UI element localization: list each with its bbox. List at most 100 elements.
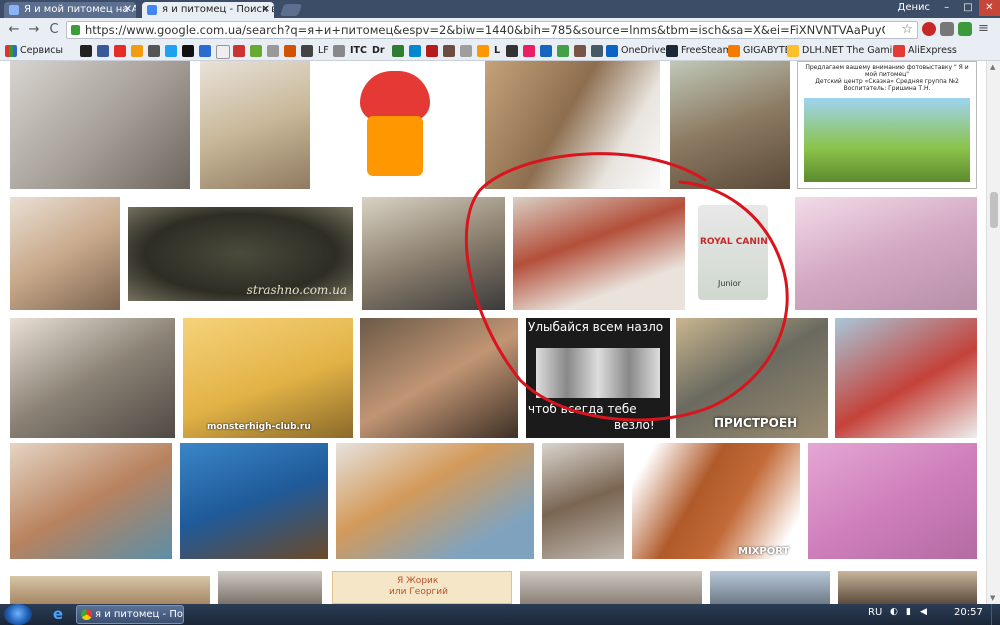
tray-network-icon[interactable]: ▮ — [906, 607, 911, 617]
result-girl-selfie[interactable] — [513, 197, 685, 310]
bookmark-icon[interactable] — [409, 45, 421, 57]
result-santa-photo[interactable] — [835, 318, 977, 438]
scrollbar-thumb[interactable] — [990, 192, 998, 228]
address-bar[interactable]: https://www.google.com.ua/search?q=я+и+п… — [66, 21, 918, 39]
result-woman-ginger-cat[interactable] — [336, 443, 534, 559]
result-row5-b[interactable] — [218, 571, 322, 604]
bookmark-icon[interactable] — [591, 45, 603, 57]
menu-icon[interactable]: ≡ — [978, 22, 992, 36]
bookmark-icon[interactable] — [301, 45, 313, 57]
bookmark-icon[interactable] — [460, 45, 472, 57]
result-cat-bath[interactable] — [485, 61, 660, 189]
bookmark-icon[interactable] — [443, 45, 455, 57]
facebook-icon[interactable] — [97, 45, 109, 57]
result-black-cat[interactable]: strashno.com.ua — [128, 207, 353, 301]
twitter-icon[interactable] — [165, 45, 177, 57]
bookmark-icon[interactable] — [250, 45, 262, 57]
tab-close-icon[interactable]: ✕ — [124, 2, 132, 18]
bookmark-freesteam[interactable]: FreeSteam — [681, 44, 732, 58]
result-zhorik[interactable]: Я Жорик или Георгий — [332, 571, 512, 604]
bookmark-icon[interactable] — [574, 45, 586, 57]
result-pet-party[interactable] — [808, 443, 977, 559]
start-button[interactable] — [4, 604, 32, 625]
bookmark-star-icon[interactable]: ☆ — [901, 22, 913, 37]
bookmark-icon[interactable] — [148, 45, 160, 57]
tray-volume-icon[interactable]: ◀ — [920, 607, 927, 617]
result-fluffy-toy[interactable]: monsterhigh-club.ru — [183, 318, 353, 438]
tab-close-icon[interactable]: ✕ — [262, 2, 270, 18]
result-kindergarten-poster[interactable]: Предлагаем вашему вниманию фотовыставку … — [797, 61, 977, 189]
result-pet-head[interactable] — [542, 443, 624, 559]
bookmark-icon[interactable] — [426, 45, 438, 57]
result-kittens-meme[interactable]: Улыбайся всем назло чтоб всегда тебе вез… — [526, 318, 670, 438]
internet-explorer-icon[interactable]: e — [48, 606, 68, 623]
tab-google-search[interactable]: я и питомец - Поиск в Go ✕ — [142, 2, 274, 18]
result-royal-canin[interactable]: ROYAL CANIN Junior — [690, 197, 785, 310]
bookmark-icon[interactable] — [506, 45, 518, 57]
result-row5-e[interactable] — [710, 571, 830, 604]
bookmark-icon[interactable] — [267, 45, 279, 57]
bookmark-icon[interactable] — [80, 45, 92, 57]
tray-steam-icon[interactable]: ◐ — [890, 607, 898, 617]
close-window-button[interactable]: ✕ — [978, 0, 1000, 16]
result-pink-wrap[interactable] — [795, 197, 977, 310]
opera-extension-icon[interactable] — [922, 22, 936, 36]
result-row5-a[interactable] — [10, 576, 210, 604]
bookmark-icon[interactable] — [216, 45, 230, 59]
taskbar-chrome-window[interactable]: я и питомец - Поис... — [76, 605, 184, 624]
result-cat-phone[interactable] — [10, 61, 190, 189]
steam-icon — [666, 45, 678, 57]
bookmark-gigabyte[interactable]: GIGABYTE — [743, 44, 791, 58]
bookmark-icon[interactable] — [233, 45, 245, 57]
bookmark-icon[interactable] — [523, 45, 535, 57]
show-desktop-button[interactable] — [991, 604, 1000, 625]
bookmark-apps[interactable]: Сервисы — [20, 44, 63, 58]
result-man-cat[interactable] — [670, 61, 790, 189]
bookmark-dlh[interactable]: DLH.NET The Gami... — [802, 44, 901, 58]
scroll-up-icon[interactable]: ▲ — [990, 63, 995, 71]
bookmark-onedrive[interactable]: OneDrive — [621, 44, 666, 58]
mail-extension-icon[interactable] — [958, 22, 972, 36]
back-button[interactable]: ← — [6, 22, 22, 38]
bookmark-lf[interactable]: LF — [318, 44, 329, 58]
bookmark-icon[interactable] — [477, 45, 489, 57]
youtube-icon[interactable] — [114, 45, 126, 57]
bookmark-dr[interactable]: Dr — [372, 44, 385, 58]
clock[interactable]: 20:57 — [954, 607, 983, 618]
bookmark-icon[interactable] — [284, 45, 296, 57]
bookmark-icon[interactable] — [182, 45, 194, 57]
bookmark-aliexpress[interactable]: AliExpress — [908, 44, 957, 58]
bookmark-icon[interactable] — [557, 45, 569, 57]
bookmark-icon[interactable] — [333, 45, 345, 57]
new-tab-button[interactable] — [279, 4, 303, 16]
bookmark-itc[interactable]: ITC — [350, 44, 367, 58]
kaspersky-extension-icon[interactable] — [940, 22, 954, 36]
bookmark-icon[interactable] — [199, 45, 211, 57]
bookmark-l[interactable]: L — [494, 44, 500, 58]
url-text[interactable]: https://www.google.com.ua/search?q=я+и+п… — [85, 23, 885, 37]
minimize-button[interactable]: – — [936, 0, 957, 16]
tab-avers[interactable]: Я и мой питомец на Aver ✕ — [4, 2, 136, 18]
maximize-button[interactable]: □ — [957, 0, 978, 16]
result-row5-f[interactable] — [838, 571, 977, 604]
result-girl-kitten[interactable] — [10, 197, 120, 310]
result-siamese-cat[interactable] — [180, 443, 328, 559]
bookmark-icon[interactable] — [392, 45, 404, 57]
forward-button[interactable]: → — [26, 22, 42, 38]
bookmark-icon[interactable] — [131, 45, 143, 57]
result-girl-cat-sleep[interactable] — [10, 443, 172, 559]
profile-name[interactable]: Денис — [898, 2, 931, 13]
result-man-dog[interactable] — [362, 197, 505, 310]
result-parrot[interactable] — [200, 61, 310, 189]
bookmark-icon[interactable] — [540, 45, 552, 57]
result-vet-cat[interactable] — [10, 318, 175, 438]
result-row5-d[interactable] — [520, 571, 702, 604]
result-girl-deer[interactable] — [360, 318, 518, 438]
result-grey-cat[interactable]: ПРИСТРОЕН — [676, 318, 828, 438]
result-girl-setter[interactable]: MIXPORT — [632, 443, 800, 559]
reload-button[interactable]: C — [46, 22, 62, 38]
scroll-down-icon[interactable]: ▼ — [990, 594, 995, 602]
result-cat-jar[interactable] — [320, 61, 475, 189]
page-scrollbar[interactable]: ▲ ▼ — [986, 61, 1000, 604]
language-indicator[interactable]: RU — [868, 607, 882, 618]
